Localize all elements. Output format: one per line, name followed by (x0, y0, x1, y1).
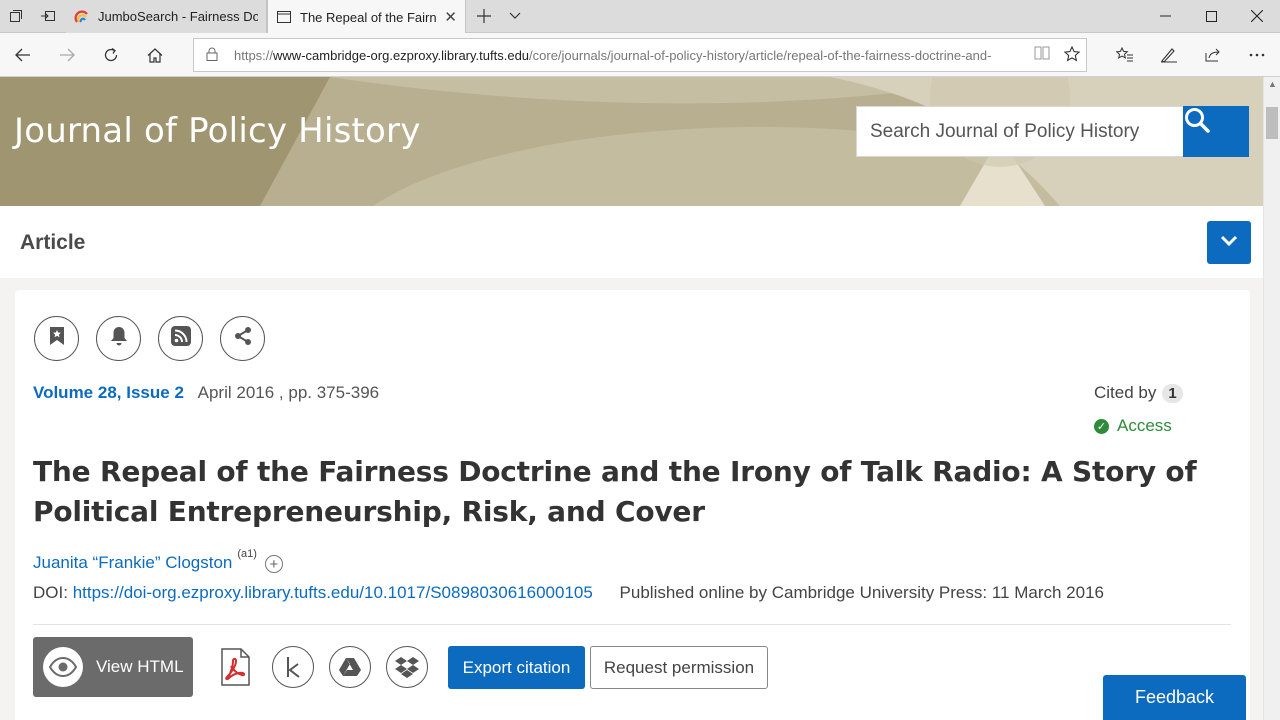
google-drive-icon[interactable] (329, 646, 371, 688)
address-bar[interactable]: https://www-cambridge-org.ezproxy.librar… (193, 38, 1087, 72)
web-note-pen-icon[interactable] (1152, 39, 1186, 71)
volume-issue-line: Volume 28, Issue 2 April 2016 , pp. 375-… (33, 383, 379, 403)
access-label: Access (1117, 416, 1172, 435)
window-close-icon[interactable] (1234, 0, 1280, 32)
home-icon[interactable] (138, 39, 172, 71)
scrollbar-thumb[interactable] (1266, 107, 1278, 139)
url-text: https://www-cambridge-org.ezproxy.librar… (234, 47, 992, 63)
bookmark-button[interactable] (34, 316, 79, 361)
journal-search-input[interactable]: Search Journal of Policy History (856, 106, 1184, 157)
cited-by[interactable]: Cited by 1 (1094, 383, 1183, 403)
journal-banner: Journal of Policy History Search Journal… (0, 77, 1263, 206)
article-section-bar: Article (0, 206, 1263, 278)
scroll-up-arrow-icon[interactable]: ▲ (1268, 79, 1277, 89)
minimize-icon[interactable] (1142, 0, 1188, 32)
dropbox-icon[interactable] (386, 646, 428, 688)
article-section-label: Article (20, 231, 86, 254)
refresh-icon[interactable] (94, 39, 128, 71)
view-html-button[interactable]: View HTML (33, 637, 193, 697)
favorite-star-icon[interactable] (1063, 45, 1081, 65)
journal-title[interactable]: Journal of Policy History (14, 111, 421, 151)
reading-view-icon[interactable] (1034, 46, 1050, 65)
bell-icon (110, 326, 128, 351)
page-viewport: Journal of Policy History Search Journal… (0, 77, 1263, 720)
article-card: Volume 28, Issue 2 April 2016 , pp. 375-… (15, 290, 1250, 720)
cited-by-count: 1 (1162, 383, 1183, 403)
set-aside-tabs-icon[interactable] (32, 0, 64, 32)
chevron-down-icon (1220, 234, 1238, 252)
tab-list-chevron-icon[interactable] (499, 0, 531, 32)
view-html-label: View HTML (96, 657, 184, 676)
volume-issue-separator: , (116, 383, 122, 402)
request-permission-button[interactable]: Request permission (590, 646, 768, 689)
access-status: ✓ Access (1094, 416, 1172, 436)
tab-jumbosearch[interactable]: JumboSearch - Fairness Doc (66, 0, 267, 33)
forward-icon[interactable] (50, 39, 84, 71)
lock-icon (206, 47, 220, 64)
doi-label: DOI: (33, 583, 68, 602)
author-affiliation: (a1) (237, 548, 257, 560)
check-circle-icon: ✓ (1094, 418, 1109, 434)
back-icon[interactable] (6, 39, 40, 71)
page-favicon-icon (276, 9, 292, 25)
published-online: Published online by Cambridge University… (619, 583, 1104, 602)
kindle-icon[interactable] (272, 646, 314, 688)
export-citation-button[interactable]: Export citation (448, 646, 585, 689)
alert-button[interactable] (96, 316, 141, 361)
tab-repeal-article[interactable]: The Repeal of the Fairne ✕ (267, 0, 466, 34)
tab-title: The Repeal of the Fairne (300, 9, 437, 25)
search-button[interactable] (1183, 106, 1249, 157)
bookmark-icon (49, 326, 65, 351)
article-menu-toggle[interactable] (1207, 221, 1251, 264)
cited-by-label: Cited by (1094, 383, 1157, 402)
issue-link[interactable]: Issue 2 (126, 383, 184, 402)
author-line: Juanita “Frankie” Clogston (a1) + (33, 548, 283, 573)
expand-author-plus-icon[interactable]: + (264, 555, 283, 573)
share-icon[interactable] (1196, 39, 1230, 71)
volume-link[interactable]: Volume 28 (33, 383, 117, 402)
rss-icon (170, 326, 191, 351)
doi-link[interactable]: https://doi-org.ezproxy.library.tufts.ed… (73, 583, 593, 602)
tab-bar: JumboSearch - Fairness Doc The Repeal of… (0, 0, 1280, 34)
tab-actions-icon[interactable] (0, 0, 32, 32)
doi-line: DOI: https://doi-org.ezproxy.library.tuf… (33, 583, 1104, 603)
pdf-download-icon[interactable] (214, 646, 256, 688)
maximize-icon[interactable] (1188, 0, 1234, 32)
divider (33, 624, 1231, 625)
navigation-bar: https://www-cambridge-org.ezproxy.librar… (0, 33, 1280, 77)
share-nodes-icon (233, 326, 253, 351)
favorites-hub-icon[interactable] (1108, 39, 1142, 71)
tab-title: JumboSearch - Fairness Doc (98, 9, 258, 24)
new-tab-icon[interactable] (467, 0, 501, 32)
close-tab-icon[interactable]: ✕ (444, 8, 457, 26)
author-link[interactable]: Juanita “Frankie” Clogston (33, 553, 232, 573)
publication-date-pages: April 2016 , pp. 375-396 (197, 383, 380, 402)
share-article-button[interactable] (220, 316, 265, 361)
page-scrollbar[interactable]: ▲ (1263, 77, 1280, 720)
more-menu-icon[interactable] (1240, 39, 1274, 71)
eye-icon (43, 647, 83, 687)
article-title: The Repeal of the Fairness Doctrine and … (33, 455, 1197, 528)
rss-button[interactable] (158, 316, 203, 361)
jumbosearch-favicon-icon (74, 9, 90, 25)
feedback-button[interactable]: Feedback (1103, 675, 1246, 720)
